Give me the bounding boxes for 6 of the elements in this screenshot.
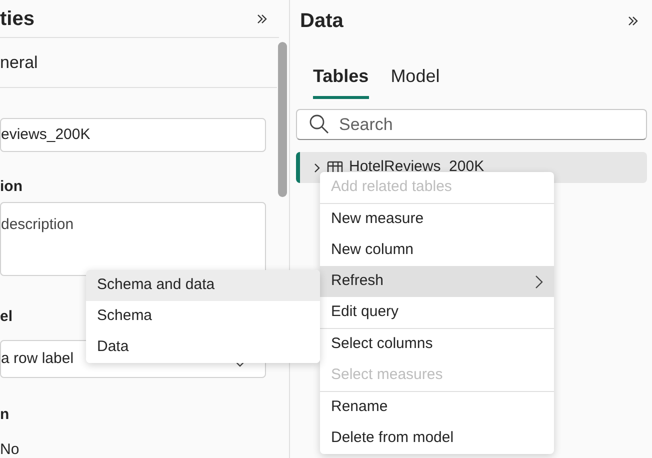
field-label: el	[0, 306, 13, 327]
panel-title: ties	[0, 6, 34, 32]
field-label: ion	[0, 176, 22, 197]
panel-title: Data	[300, 8, 344, 34]
field-label: n	[0, 404, 10, 424]
field-value: No	[0, 442, 20, 458]
